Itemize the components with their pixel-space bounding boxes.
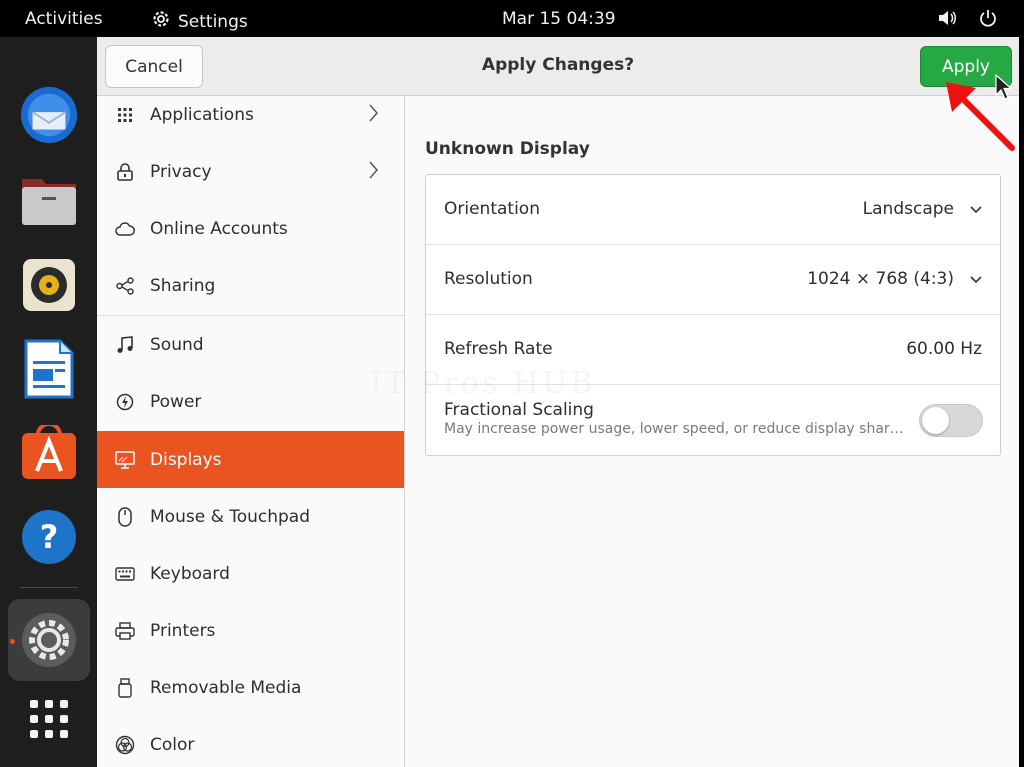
keyboard-icon [115,564,135,584]
resolution-value: 1024 × 768 (4:3) [807,269,954,289]
sidebar-item-label: Color [150,734,195,755]
resolution-dropdown[interactable]: 1024 × 768 (4:3) [807,269,982,289]
sidebar-item-label: Printers [150,620,216,641]
sidebar: Applications Privacy Online Accounts Sha… [97,96,405,767]
header-title: Apply Changes? [481,55,635,75]
power-menu-icon [979,9,997,32]
sidebar-item-power[interactable]: Power [97,373,404,430]
music-note-icon [115,335,135,355]
fractional-scaling-description: May increase power usage, lower speed, o… [444,421,904,437]
sidebar-item-displays[interactable]: Displays [97,431,404,488]
files-icon[interactable] [19,170,79,230]
sidebar-item-sound[interactable]: Sound [97,316,404,373]
sidebar-item-label: Keyboard [150,563,230,584]
sidebar-item-label: Applications [150,104,254,125]
display-name-heading: Unknown Display [425,139,590,159]
fractional-scaling-label: Fractional Scaling [444,400,594,420]
chevron-down-icon [970,199,982,219]
dock: ? [0,37,97,767]
app-menu-label: Settings [178,11,248,32]
settings-icon[interactable] [19,610,79,670]
rhythmbox-icon[interactable] [19,255,79,315]
sidebar-item-removable-media[interactable]: Removable Media [97,659,404,716]
sidebar-item-mouse-touchpad[interactable]: Mouse & Touchpad [97,488,404,545]
help-icon[interactable]: ? [19,507,79,567]
toggle-knob [922,407,949,434]
usb-drive-icon [115,677,135,698]
volume-icon [937,9,957,32]
power-icon [115,392,135,412]
sidebar-item-label: Displays [150,449,222,470]
displays-panel: Unknown Display Orientation Landscape Re… [406,96,1019,767]
mouse-icon [115,506,135,527]
sidebar-item-color[interactable]: Color [97,716,404,767]
orientation-value: Landscape [862,199,954,219]
sidebar-item-printers[interactable]: Printers [97,602,404,659]
show-apps-icon[interactable] [19,689,79,749]
sidebar-item-online-accounts[interactable]: Online Accounts [97,200,404,257]
display-icon [115,450,135,470]
sidebar-item-applications[interactable]: Applications [97,86,404,143]
thunderbird-icon[interactable] [19,85,79,145]
orientation-dropdown[interactable]: Landscape [863,199,982,219]
sidebar-item-sharing[interactable]: Sharing [97,257,404,314]
chevron-down-icon [970,269,982,289]
clock[interactable]: Mar 15 04:39 [502,9,616,29]
sidebar-item-label: Online Accounts [150,218,288,239]
refresh-rate-label: Refresh Rate [444,339,553,359]
sidebar-item-keyboard[interactable]: Keyboard [97,545,404,602]
chevron-right-icon [369,161,378,184]
fractional-scaling-toggle[interactable] [919,404,983,437]
app-center-icon[interactable] [19,423,79,483]
running-indicator [10,639,15,644]
sidebar-item-label: Mouse & Touchpad [150,506,311,527]
resolution-row[interactable]: Resolution 1024 × 768 (4:3) [426,245,1000,315]
svg-text:?: ? [40,518,59,556]
top-bar: Activities Settings Mar 15 04:39 [0,0,1024,37]
gear-icon [151,9,171,34]
chevron-right-icon [369,104,378,127]
libreoffice-writer-icon[interactable] [19,339,79,399]
mouse-pointer-icon [995,74,1011,100]
orientation-row[interactable]: Orientation Landscape [426,175,1000,245]
sidebar-item-privacy[interactable]: Privacy [97,143,404,200]
sidebar-item-label: Sound [150,334,204,355]
refresh-rate-value: 60.00 Hz [906,339,982,359]
settings-window: Cancel Apply Changes? Apply Applications… [97,37,1019,767]
sidebar-item-label: Power [150,391,202,412]
sidebar-item-label: Sharing [150,275,216,296]
printer-icon [115,621,135,641]
sidebar-item-label: Privacy [150,161,212,182]
display-settings-list: Orientation Landscape Resolution 1024 × … [425,174,1001,456]
grid-icon [115,105,135,125]
orientation-label: Orientation [444,199,540,219]
lock-icon [115,162,135,182]
sidebar-item-label: Removable Media [150,677,302,698]
cloud-icon [115,219,135,239]
dock-separator [20,587,78,588]
system-tray[interactable] [937,9,997,32]
color-icon [115,735,135,755]
share-icon [115,276,135,296]
app-menu[interactable]: Settings [151,9,248,34]
watermark: IT Pros HUB [370,366,596,401]
resolution-label: Resolution [444,269,533,289]
activities-button[interactable]: Activities [25,9,103,29]
